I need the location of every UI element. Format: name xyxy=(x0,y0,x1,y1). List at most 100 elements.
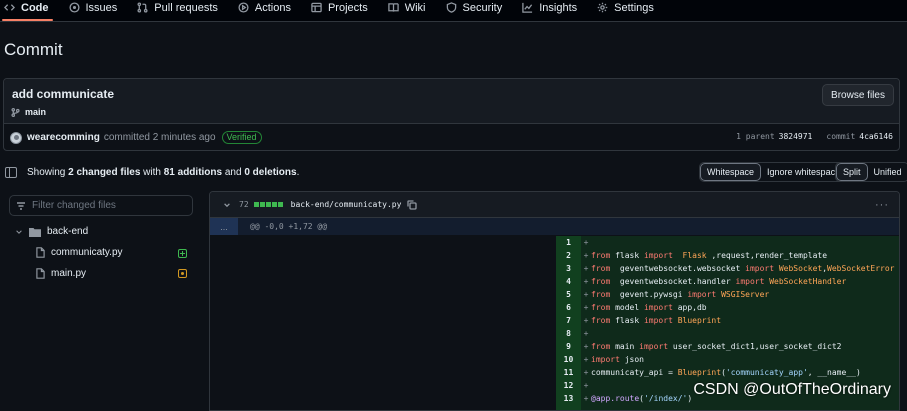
line-number[interactable]: 6 xyxy=(556,303,581,312)
file-modified-icon xyxy=(178,269,187,278)
code-text: from main import user_socket_dict1,user_… xyxy=(591,342,842,351)
nav-tab-label: Security xyxy=(462,1,503,14)
diff-summary-bar: Showing 2 changed files with 81 addition… xyxy=(5,162,907,182)
diff-line: 2 + from flask import Flask ,request,rende… xyxy=(556,249,899,262)
line-number[interactable]: 5 xyxy=(556,290,581,299)
nav-tab-settings[interactable]: Settings xyxy=(597,0,654,14)
nav-tab-label: Wiki xyxy=(404,1,426,14)
file-added-icon xyxy=(178,249,187,258)
sidebar-toggle-icon[interactable] xyxy=(5,166,17,178)
verified-badge[interactable]: Verified xyxy=(221,131,262,144)
nav-tab-issues[interactable]: Issues xyxy=(68,0,117,14)
line-number[interactable]: 2 xyxy=(556,251,581,260)
chevron-down-icon xyxy=(16,229,22,234)
play-icon xyxy=(238,2,249,13)
parent-label: 1 parent xyxy=(736,132,775,141)
whitespace-button[interactable]: Whitespace xyxy=(700,163,762,181)
avatar[interactable] xyxy=(10,131,22,144)
line-number[interactable]: 1 xyxy=(556,238,581,247)
summary-mid2: and xyxy=(222,166,245,178)
browse-files-button[interactable]: Browse files xyxy=(822,84,894,106)
line-number[interactable]: 11 xyxy=(556,368,581,377)
page-title: Commit xyxy=(4,40,63,59)
parent-sha-link[interactable]: 3824971 xyxy=(779,132,813,141)
book-icon xyxy=(387,3,399,12)
line-number[interactable]: 10 xyxy=(556,355,581,364)
commit-author[interactable]: wearecomming xyxy=(27,132,100,143)
split-button[interactable]: Split xyxy=(836,163,868,181)
nav-tab-label: Code xyxy=(21,1,49,14)
diff-line: 5 + from gevent.pywsgi import WSGIServer xyxy=(556,288,899,301)
commit-header: add communicate main Browse files xyxy=(4,79,899,124)
line-number[interactable]: 4 xyxy=(556,277,581,286)
file-icon xyxy=(36,247,45,258)
code-text: communicaty_api = Blueprint('communicaty… xyxy=(591,368,861,377)
expand-hunk-button[interactable]: ... xyxy=(210,218,238,235)
nav-tab-label: Insights xyxy=(539,1,578,14)
filter-files-input[interactable] xyxy=(32,200,182,211)
line-number[interactable]: 9 xyxy=(556,342,581,351)
addition-marker: + xyxy=(583,264,589,273)
nav-tab-pull-requests[interactable]: Pull requests xyxy=(137,0,218,14)
table-icon xyxy=(311,2,322,13)
folder-icon xyxy=(29,227,41,237)
code-text: from geventwebsocket.handler import WebS… xyxy=(591,277,847,286)
summary-additions: 81 additions xyxy=(163,166,223,178)
nav-tab-actions[interactable]: Actions xyxy=(238,0,291,14)
code-text: from flask import Flask ,request,render_… xyxy=(591,251,828,260)
diff-file-header: 72 back-end/communicaty.py ··· xyxy=(210,192,899,218)
kebab-menu-icon[interactable]: ··· xyxy=(875,199,889,211)
nav-tab-label: Settings xyxy=(614,1,654,14)
code-text: from flask import Blueprint xyxy=(591,316,722,325)
commit-ids: 1 parent 3824971 commit 4ca6146 xyxy=(722,132,893,141)
diff-line: 3 + from geventwebsocket.websocket import … xyxy=(556,262,899,275)
summary-suffix: . xyxy=(296,166,300,178)
diff-line: 9 + from main import user_socket_dict1,use… xyxy=(556,340,899,353)
code-text: from model import app,db xyxy=(591,303,707,312)
commit-message: add communicate xyxy=(12,87,115,101)
tree-file-communicaty[interactable]: communicaty.py xyxy=(36,247,123,258)
summary-deletions: 0 deletions xyxy=(244,166,297,178)
addition-marker: + xyxy=(583,329,589,338)
addition-marker: + xyxy=(583,277,589,286)
nav-tab-code[interactable]: Code xyxy=(2,0,52,21)
line-number[interactable]: 8 xyxy=(556,329,581,338)
diff-left-pane xyxy=(210,236,556,410)
hunk-header: @@ -0,0 +1,72 @@ xyxy=(250,222,328,231)
watermark: CSDN @OutOfTheOrdinary xyxy=(693,381,891,398)
tree-file-main[interactable]: main.py xyxy=(36,268,86,279)
whitespace-toggle: Whitespace Ignore whitespace xyxy=(699,162,848,182)
diff-line: 8 + xyxy=(556,327,899,340)
copy-icon[interactable] xyxy=(407,199,418,210)
diff-line: 4 + from geventwebsocket.handler import We… xyxy=(556,275,899,288)
nav-tab-insights[interactable]: Insights xyxy=(522,0,577,14)
nav-tab-security[interactable]: Security xyxy=(446,0,503,14)
diff-stat-bar xyxy=(253,202,284,207)
addition-marker: + xyxy=(583,290,589,299)
line-number[interactable]: 3 xyxy=(556,264,581,273)
line-number[interactable]: 13 xyxy=(556,394,581,403)
issues-icon xyxy=(68,2,80,13)
addition-marker: + xyxy=(583,251,589,260)
code-icon xyxy=(4,4,15,11)
unified-button[interactable]: Unified xyxy=(868,163,907,181)
tree-folder-back-end[interactable]: back-end xyxy=(15,226,88,237)
diff-line: 1 + xyxy=(556,236,899,249)
line-number[interactable]: 12 xyxy=(556,381,581,390)
code-text: import json xyxy=(591,355,644,364)
tree-file-label: main.py xyxy=(51,268,87,279)
file-icon xyxy=(36,268,45,279)
commit-box: add communicate main Browse files wearec… xyxy=(3,78,900,151)
nav-tab-wiki[interactable]: Wiki xyxy=(387,0,426,14)
nav-tab-projects[interactable]: Projects xyxy=(311,0,368,14)
ignore-whitespace-button[interactable]: Ignore whitespace xyxy=(761,163,846,181)
branch-label[interactable]: main xyxy=(11,107,46,117)
diff-file-path[interactable]: back-end/communicaty.py xyxy=(291,200,402,209)
diff-line: 7 + from flask import Blueprint xyxy=(556,314,899,327)
summary-mid1: with xyxy=(140,166,164,178)
shield-icon xyxy=(446,2,456,13)
addition-marker: + xyxy=(583,238,589,247)
line-number[interactable]: 7 xyxy=(556,316,581,325)
tree-folder-label: back-end xyxy=(47,226,89,237)
collapse-chevron-icon[interactable] xyxy=(223,201,231,209)
